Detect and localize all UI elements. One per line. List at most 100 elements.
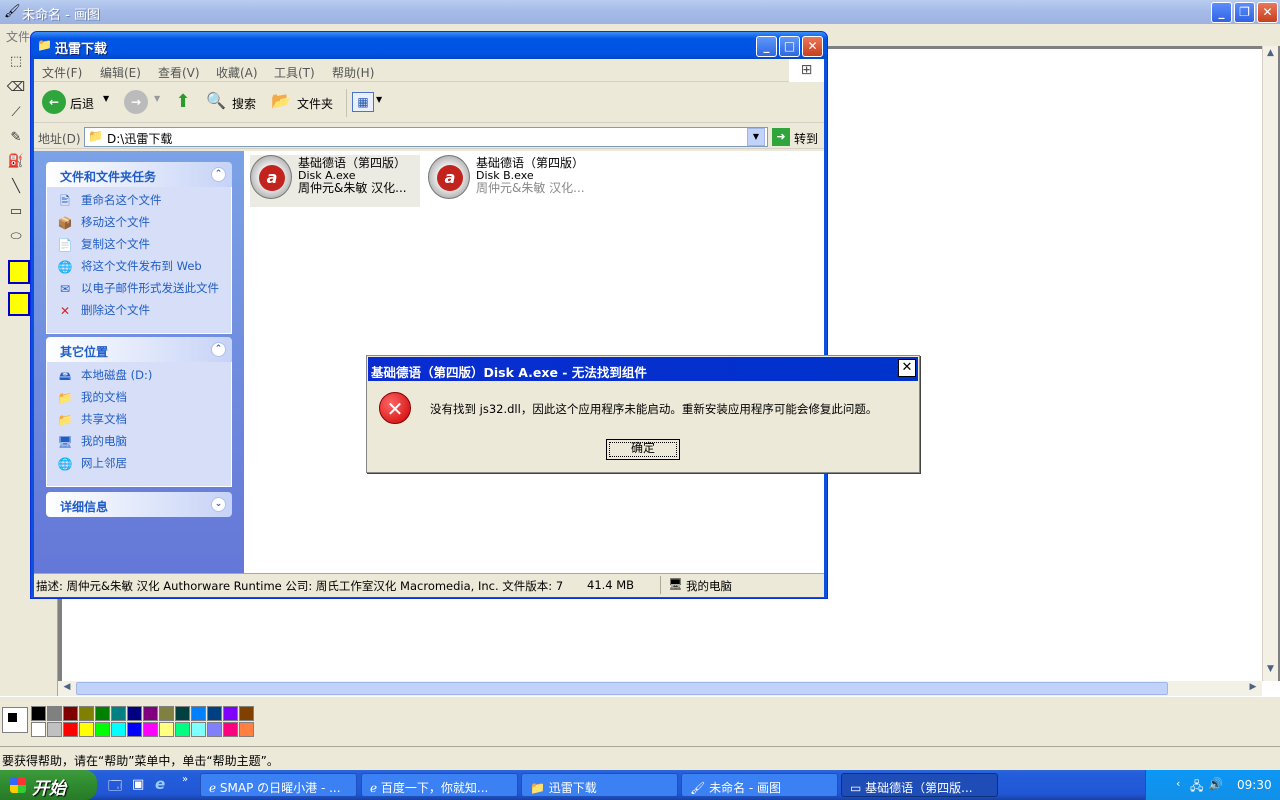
search-button-label[interactable]: 搜索 [232,95,256,112]
palette-swatch[interactable] [159,706,174,721]
select-tool-icon[interactable]: ⬚ [6,52,26,72]
taskbar-button-ie-baidu[interactable]: ℯ 百度一下，你就知... [361,773,518,797]
palette-swatch[interactable] [207,706,222,721]
task-delete[interactable]: ✕ 删除这个文件 [57,303,225,319]
palette-swatch[interactable] [239,706,254,721]
explorer-minimize-button[interactable]: _ [756,36,777,57]
folders-icon[interactable]: 📂 [271,91,291,110]
palette-swatch[interactable] [63,722,78,737]
horizontal-scrollbar[interactable]: ◀ ▶ [58,681,1262,696]
tray-expand-icon[interactable]: ‹ [1176,777,1180,790]
paint-minimize-button[interactable]: _ [1211,2,1232,23]
menu-help[interactable]: 帮助(H) [332,64,374,81]
paint-restore-button[interactable]: ❐ [1234,2,1255,23]
menu-favorites[interactable]: 收藏(A) [216,64,258,81]
fill-tool-icon[interactable]: ⛽ [6,152,26,172]
place-my-documents[interactable]: 📁 我的文档 [57,390,225,406]
folders-button-label[interactable]: 文件夹 [297,95,333,112]
ellipse-tool-icon[interactable]: ⬭ [6,227,26,247]
volume-icon[interactable]: 🔊 [1208,777,1223,791]
quick-launch-more-icon[interactable]: » [182,774,188,785]
file-item[interactable]: a 基础德语（第四版） Disk A.exe 周仲元&朱敏 汉化... [250,155,420,207]
palette-swatch[interactable] [47,706,62,721]
collapse-chevron-icon[interactable]: ⌃ [211,342,226,357]
forward-dropdown-icon[interactable]: ▼ [154,94,160,103]
explorer-close-button[interactable]: ✕ [802,36,823,57]
back-arrow-icon[interactable]: ← [42,90,66,114]
color-picker-tool-icon[interactable]: ⟋ [6,103,26,123]
network-tray-icon[interactable]: 🖧 [1190,777,1203,798]
place-shared-documents[interactable]: 📁 共享文档 [57,412,225,428]
dialog-close-button[interactable]: ✕ [898,359,916,377]
file-tasks-header[interactable]: 文件和文件夹任务 ⌃ [46,162,232,187]
palette-swatch[interactable] [127,722,142,737]
task-move[interactable]: 📦 移动这个文件 [57,215,225,231]
palette-swatch[interactable] [159,722,174,737]
tool-option-icon[interactable] [8,292,30,316]
address-dropdown-icon[interactable]: ▼ [747,128,765,146]
back-dropdown-icon[interactable]: ▼ [103,94,109,103]
go-button-label[interactable]: 转到 [794,130,818,147]
palette-swatch[interactable] [79,706,94,721]
paint-menu-file[interactable]: 文件 [6,28,30,45]
menu-file[interactable]: 文件(F) [42,64,82,81]
palette-swatch[interactable] [175,722,190,737]
taskbar-button-ie-smap[interactable]: ℯ SMAP の日曜小港 - ... [200,773,357,797]
views-icon[interactable]: ▦ [352,92,374,112]
show-desktop-icon[interactable]: 🗔 [108,777,122,799]
palette-swatch[interactable] [111,722,126,737]
explorer-maximize-button[interactable]: □ [779,36,800,57]
other-places-header[interactable]: 其它位置 ⌃ [46,337,232,362]
menu-edit[interactable]: 编辑(E) [100,64,141,81]
scroll-up-icon[interactable]: ▲ [1264,48,1277,62]
taskbar-button-explorer[interactable]: 📁 迅雷下载 [521,773,678,797]
palette-swatch[interactable] [47,722,62,737]
internet-explorer-icon[interactable]: e [155,775,165,793]
pencil-tool-icon[interactable]: ✎ [6,128,26,148]
palette-swatch[interactable] [191,722,206,737]
palette-swatch[interactable] [95,722,110,737]
paint-close-button[interactable]: ✕ [1257,2,1278,23]
palette-swatch[interactable] [191,706,206,721]
collapse-chevron-icon[interactable]: ⌃ [211,167,226,182]
taskbar-button-paint[interactable]: 🖌 未命名 - 画图 [681,773,838,797]
palette-swatch[interactable] [127,706,142,721]
place-my-computer[interactable]: 🖥 我的电脑 [57,434,225,450]
task-publish[interactable]: 🌐 将这个文件发布到 Web [57,259,225,275]
search-icon[interactable]: 🔍 [206,91,226,110]
palette-swatch[interactable] [223,706,238,721]
forward-arrow-icon[interactable]: → [124,90,148,114]
menu-tools[interactable]: 工具(T) [274,64,315,81]
vertical-scrollbar[interactable]: ▲ ▼ [1262,46,1278,681]
current-colors[interactable] [2,707,28,733]
rectangle-tool-icon[interactable]: ▭ [6,202,26,222]
task-copy[interactable]: 📄 复制这个文件 [57,237,225,253]
eraser-tool-icon[interactable]: ⌫ [6,78,26,98]
scroll-down-icon[interactable]: ▼ [1264,664,1277,678]
media-player-icon[interactable]: ▣ [132,777,144,792]
back-button-label[interactable]: 后退 [70,95,94,112]
details-header[interactable]: 详细信息 ⌄ [46,492,232,517]
place-local-disk[interactable]: 🖴 本地磁盘 (D:) [57,368,225,384]
horizontal-scroll-thumb[interactable] [76,682,1168,695]
place-network[interactable]: 🌐 网上邻居 [57,456,225,472]
go-arrow-icon[interactable]: ➜ [772,128,790,146]
selected-tool-icon[interactable] [8,260,30,284]
palette-swatch[interactable] [207,722,222,737]
palette-swatch[interactable] [143,722,158,737]
palette-swatch[interactable] [143,706,158,721]
ok-button[interactable]: 确定 [606,439,680,460]
palette-swatch[interactable] [79,722,94,737]
palette-swatch[interactable] [239,722,254,737]
clock[interactable]: 09:30 [1237,778,1272,792]
line-tool-icon[interactable]: ╲ [6,177,26,197]
task-email[interactable]: ✉ 以电子邮件形式发送此文件 [57,281,225,297]
scroll-left-icon[interactable]: ◀ [60,682,74,695]
task-rename[interactable]: 🖹 重命名这个文件 [57,193,225,209]
palette-swatch[interactable] [31,722,46,737]
address-input[interactable]: 📁 D:\迅雷下载 [84,127,768,147]
taskbar-button-error[interactable]: ▭ 基础德语（第四版... [841,773,998,797]
palette-swatch[interactable] [95,706,110,721]
menu-view[interactable]: 查看(V) [158,64,200,81]
file-item[interactable]: a 基础德语（第四版） Disk B.exe 周仲元&朱敏 汉化... [428,155,598,207]
